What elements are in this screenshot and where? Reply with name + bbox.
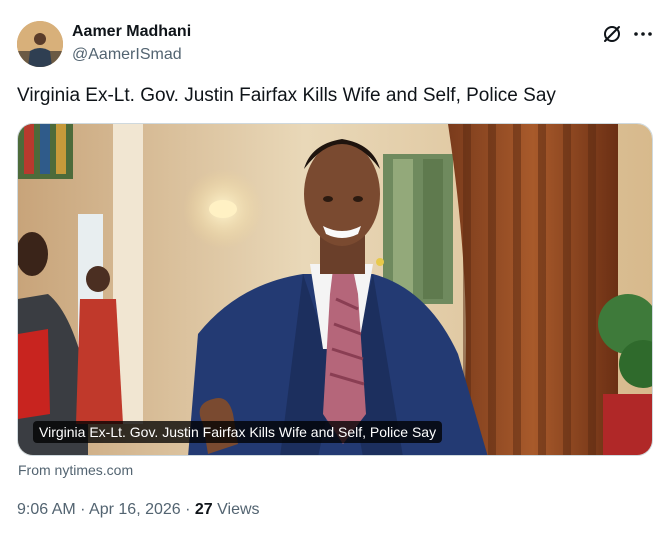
tweet-time: 9:06 AM <box>17 501 76 518</box>
card-caption: Virginia Ex-Lt. Gov. Justin Fairfax Kill… <box>33 421 443 443</box>
views-label: Views <box>217 501 260 518</box>
grok-slash-circle-icon[interactable] <box>601 23 623 45</box>
views-count: 27 <box>194 501 213 518</box>
tweet-text: Virginia Ex-Lt. Gov. Justin Fairfax Kill… <box>17 85 556 106</box>
meta-separator: · <box>185 501 191 518</box>
tweet: Aamer Madhani @AamerISmad Virginia Ex-Lt… <box>0 0 663 536</box>
card-source-link[interactable]: From nytimes.com <box>18 462 133 478</box>
link-card[interactable]: Virginia Ex-Lt. Gov. Justin Fairfax Kill… <box>17 123 653 456</box>
meta-separator: · <box>80 501 86 518</box>
tweet-time-link[interactable]: 9:06 AM · Apr 16, 2026 <box>17 501 181 518</box>
author-handle[interactable]: @AamerISmad <box>72 46 182 64</box>
more-horizontal-icon[interactable] <box>632 23 654 45</box>
tweet-date: Apr 16, 2026 <box>89 501 181 518</box>
author-name[interactable]: Aamer Madhani <box>72 23 191 41</box>
card-image <box>18 124 652 455</box>
author-avatar[interactable] <box>17 21 63 67</box>
tweet-metadata: 9:06 AM · Apr 16, 2026 · 27 Views <box>17 501 260 519</box>
avatar-image <box>17 21 63 67</box>
